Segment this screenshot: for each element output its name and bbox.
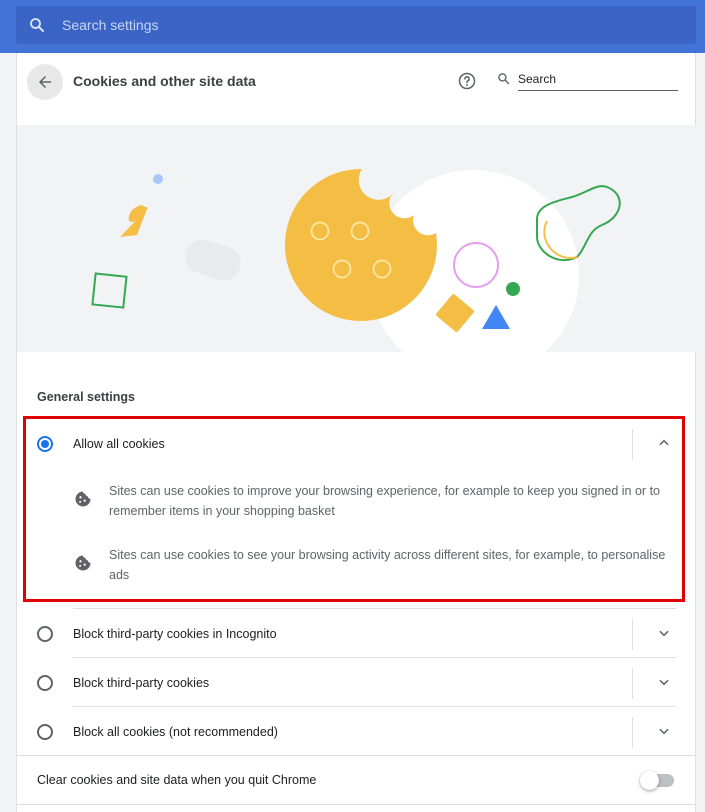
chevron-down-icon[interactable] (657, 626, 671, 645)
settings-search-input[interactable] (62, 17, 662, 33)
settings-search-bar[interactable] (16, 6, 696, 44)
search-icon (497, 72, 510, 90)
radio-unselected[interactable] (37, 625, 53, 642)
cookies-search-input[interactable] (518, 70, 678, 91)
page-title: Cookies and other site data (73, 73, 256, 89)
toggle-knob (640, 771, 659, 790)
back-button[interactable] (27, 64, 63, 100)
option-label: Block third-party cookies in Incognito (73, 626, 277, 641)
clear-on-exit-row[interactable]: Clear cookies and site data when you qui… (17, 756, 696, 804)
clear-on-exit-toggle[interactable] (640, 771, 674, 790)
chevron-down-icon[interactable] (657, 675, 671, 694)
section-title: General settings (37, 390, 135, 404)
clear-on-exit-label: Clear cookies and site data when you qui… (37, 773, 317, 787)
cookies-illustration (17, 125, 696, 352)
page-header: Cookies and other site data (17, 53, 695, 123)
divider (632, 619, 633, 650)
option-label: Block third-party cookies (73, 675, 210, 690)
top-bar (0, 0, 705, 53)
divider (17, 804, 696, 805)
option-block-third-party-incognito[interactable]: Block third-party cookies in Incognito (17, 609, 696, 658)
arrow-back-icon (39, 76, 51, 88)
cookies-search[interactable] (497, 70, 678, 91)
option-label: Block all cookies (not recommended) (73, 724, 278, 739)
settings-card: Cookies and other site data Search Gener… (16, 53, 696, 812)
divider (632, 668, 633, 699)
help-icon[interactable] (457, 71, 477, 96)
divider (632, 717, 633, 748)
option-block-all-cookies[interactable]: Block all cookies (not recommended) (17, 707, 696, 756)
search-icon (16, 16, 58, 34)
highlight-box (23, 416, 685, 602)
option-block-third-party[interactable]: Block third-party cookies (17, 658, 696, 707)
radio-unselected[interactable] (37, 674, 53, 691)
radio-unselected[interactable] (37, 723, 53, 740)
chevron-down-icon[interactable] (657, 724, 671, 743)
